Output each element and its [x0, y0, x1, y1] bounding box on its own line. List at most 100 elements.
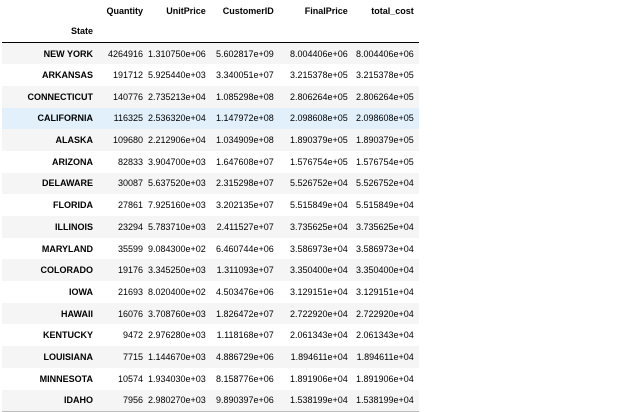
table-cell: 3.202135e+07: [216, 200, 274, 211]
table-cell: 3.129151e+04: [356, 286, 414, 297]
table-cell: 1.538199e+04: [356, 395, 414, 406]
table-cell: 3.735625e+04: [356, 221, 414, 232]
table-cell: 2.061343e+04: [290, 330, 348, 341]
table-row: LOUISIANA 7715 1.144670e+03 4.886729e+06 1.8…: [2, 346, 419, 368]
table-cell: 2.735213e+04: [148, 91, 206, 102]
table-cell: 30087: [117, 178, 143, 189]
table-cell: 6.460744e+06: [216, 243, 274, 254]
row-index-label: COLORADO: [40, 265, 94, 276]
table-cell: 8.020400e+02: [148, 286, 206, 297]
table-cell: 3.350400e+04: [356, 265, 414, 276]
table-cell: 1.538199e+04: [290, 395, 348, 406]
table-body: NEW YORK 4264916 1.310750e+06 5.602817e+09 8…: [2, 42, 419, 412]
dataframe-output: Quantity UnitPrice CustomerID FinalPrice…: [0, 0, 629, 412]
table-cell: 3.904700e+03: [148, 156, 206, 167]
table-cell: 8.004406e+06: [290, 48, 348, 59]
table-cell: 3.340051e+07: [216, 70, 274, 81]
table-cell: 1.891906e+04: [290, 373, 348, 384]
table-cell: 140776: [112, 91, 143, 102]
table-cell: 1.034909e+08: [216, 135, 274, 146]
table-cell: 2.315298e+07: [216, 178, 274, 189]
row-index-label: CONNECTICUT: [27, 91, 94, 102]
table-cell: 82833: [117, 156, 143, 167]
table-row: KENTUCKY 9472 2.976280e+03 1.118168e+07 2.06…: [2, 324, 419, 347]
row-index-label: FLORIDA: [53, 200, 93, 211]
table-cell: 8.158776e+06: [216, 373, 274, 384]
row-index-label: ARIZONA: [52, 156, 93, 167]
table-cell: 5.515849e+04: [290, 200, 348, 211]
table-row: FLORIDA 27861 7.925160e+03 3.202135e+07 5.51…: [2, 194, 419, 216]
table-cell: 109680: [112, 135, 143, 146]
table-cell: 4.886729e+06: [216, 351, 274, 362]
table-row: IDAHO 7956 2.980270e+03 9.890397e+06 1.53819…: [2, 389, 419, 412]
column-header: CustomerID: [222, 6, 274, 16]
table-cell: 7715: [122, 351, 143, 362]
table-cell: 1.576754e+05: [290, 156, 348, 167]
table-cell: 2.098608e+05: [290, 113, 348, 124]
table-row: ILLINOIS 23294 5.783710e+03 2.411527e+07 3.7…: [2, 216, 419, 238]
table-cell: 23294: [117, 221, 143, 232]
table-cell: 5.783710e+03: [148, 221, 206, 232]
table-cell: 5.925440e+03: [148, 70, 206, 81]
table-row: HAWAII 16076 3.708760e+03 1.826472e+07 2.722…: [2, 302, 419, 325]
table-cell: 1.890379e+05: [356, 135, 414, 146]
state-summary-table: Quantity UnitPrice CustomerID FinalPrice…: [2, 2, 419, 412]
row-index-label: KENTUCKY: [42, 330, 93, 341]
table-row: IOWA 21693 8.020400e+02 4.503476e+06 3.12915…: [2, 281, 419, 303]
index-name-header: State: [70, 26, 93, 36]
column-header: UnitPrice: [166, 6, 206, 16]
table-cell: 2.212906e+04: [148, 135, 206, 146]
table-cell: 16076: [117, 308, 143, 319]
table-cell: 3.586973e+04: [290, 243, 348, 254]
row-index-label: ALASKA: [55, 135, 94, 146]
table-row: ARKANSAS 191712 5.925440e+03 3.340051e+07 3.…: [2, 64, 419, 86]
table-row: ALASKA 109680 2.212906e+04 1.034909e+08 1.89…: [2, 129, 419, 151]
table-cell: 2.806264e+05: [290, 91, 348, 102]
table-row: NEW YORK 4264916 1.310750e+06 5.602817e+09 8…: [2, 42, 419, 65]
row-index-label: LOUISIANA: [43, 351, 94, 362]
table-cell: 5.526752e+04: [290, 178, 348, 189]
table-cell: 1.576754e+05: [356, 156, 414, 167]
table-cell: 9472: [122, 330, 143, 341]
table-cell: 2.806264e+05: [356, 91, 414, 102]
table-cell: 1.310750e+06: [148, 48, 206, 59]
table-cell: 3.735625e+04: [290, 221, 348, 232]
table-cell: 2.722920e+04: [356, 308, 414, 319]
table-cell: 2.411527e+07: [216, 221, 274, 232]
row-index-label: ARKANSAS: [41, 70, 93, 81]
table-cell: 7956: [122, 395, 143, 406]
column-header: FinalPrice: [304, 6, 348, 16]
table-cell: 1.894611e+04: [356, 351, 414, 362]
row-index-label: IDAHO: [64, 395, 93, 406]
table-cell: 10574: [117, 373, 143, 384]
table-cell: 1.894611e+04: [290, 351, 348, 362]
row-index-label: ILLINOIS: [55, 221, 93, 232]
table-cell: 4.503476e+06: [216, 286, 274, 297]
table-cell: 1.118168e+07: [216, 330, 274, 341]
table-cell: 27861: [117, 200, 143, 211]
table-cell: 191712: [112, 70, 143, 81]
table-cell: 3.215378e+05: [356, 70, 414, 81]
table-cell: 3.586973e+04: [356, 243, 414, 254]
table-cell: 9.890397e+06: [216, 395, 274, 406]
row-index-label: IOWA: [69, 286, 93, 297]
row-index-label: MARYLAND: [41, 243, 93, 254]
row-index-label: HAWAII: [60, 308, 93, 319]
table-cell: 1.826472e+07: [216, 308, 274, 319]
table-cell: 1.147972e+08: [216, 113, 274, 124]
column-header: Quantity: [106, 6, 143, 16]
table-cell: 7.925160e+03: [148, 200, 206, 211]
table-row: CALIFORNIA 116325 2.536320e+04 1.147972e+08…: [2, 107, 419, 130]
table-cell: 35599: [117, 243, 143, 254]
row-index-label: NEW YORK: [43, 48, 93, 59]
table-cell: 1.890379e+05: [290, 135, 348, 146]
row-index-label: MINNESOTA: [39, 373, 93, 384]
table-cell: 2.980270e+03: [148, 395, 206, 406]
table-cell: 8.004406e+06: [356, 48, 414, 59]
table-cell: 1.934030e+03: [148, 373, 206, 384]
table-cell: 5.637520e+03: [148, 178, 206, 189]
table-row: DELAWARE 30087 5.637520e+03 2.315298e+07 5.5…: [2, 172, 419, 195]
table-cell: 5.526752e+04: [356, 178, 414, 189]
table-cell: 2.722920e+04: [290, 308, 348, 319]
table-row: MARYLAND 35599 9.084300e+02 6.460744e+06 3.5…: [2, 237, 419, 260]
